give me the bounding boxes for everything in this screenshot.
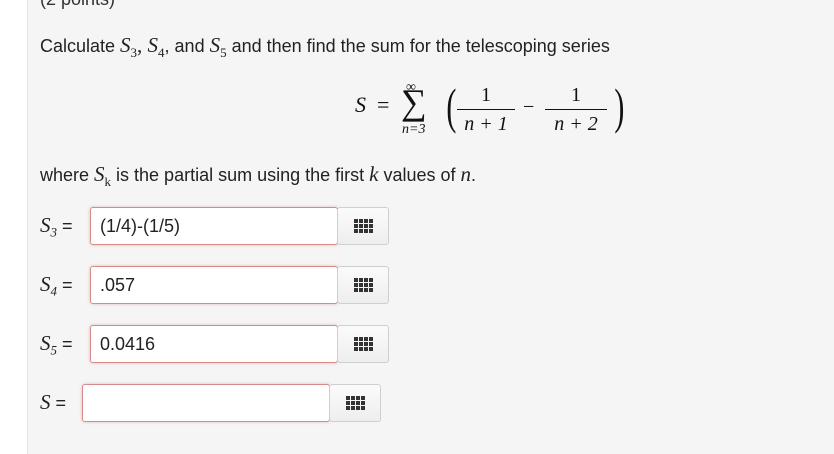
minus-sign: −: [523, 96, 535, 118]
answer-row-s4: S4 =: [40, 266, 400, 306]
s5-symbol: S5: [209, 33, 227, 61]
series-formula: S = ∞ ∑ n=3 ( 1 n + 1 − 1 n + 2 ): [355, 78, 635, 144]
left-paren: (: [446, 78, 457, 134]
equation-editor-button-s4[interactable]: [337, 266, 389, 304]
points-label: (2 points): [40, 0, 115, 10]
answer-row-s3: S3 =: [40, 207, 400, 247]
grid-icon: [345, 396, 365, 410]
formula-lhs: S: [355, 92, 366, 117]
s4-symbol: S4: [147, 33, 165, 61]
fraction-1: 1 n + 1: [457, 84, 515, 135]
answer-label-s5: S5 =: [40, 331, 73, 358]
equation-editor-button-s5[interactable]: [337, 325, 389, 363]
equation-editor-button-s[interactable]: [329, 384, 381, 422]
answer-row-s: S =: [40, 384, 400, 424]
answer-input-s3[interactable]: [90, 207, 338, 245]
grid-icon: [353, 337, 373, 351]
answer-input-s4[interactable]: [90, 266, 338, 304]
grid-icon: [353, 278, 373, 292]
sigma-symbol: ∑: [401, 82, 427, 122]
formula-equals: =: [377, 92, 390, 117]
answer-label-s: S =: [40, 390, 67, 414]
fraction-2: 1 n + 2: [545, 84, 607, 135]
answer-row-s5: S5 =: [40, 325, 400, 365]
answer-label-s3: S3 =: [40, 213, 73, 240]
where-text: where Sk is the partial sum using the fi…: [40, 162, 477, 190]
right-paren: ): [614, 78, 625, 134]
s3-symbol: S3: [120, 33, 138, 61]
answer-input-s[interactable]: [82, 384, 330, 422]
grid-icon: [353, 219, 373, 233]
answer-label-s4: S4 =: [40, 272, 73, 299]
equation-editor-button-s3[interactable]: [337, 207, 389, 245]
question-text: Calculate S3, S4, and S5 and then find t…: [40, 33, 610, 61]
answer-input-s5[interactable]: [90, 325, 338, 363]
sum-lower-limit: n=3: [402, 122, 426, 137]
